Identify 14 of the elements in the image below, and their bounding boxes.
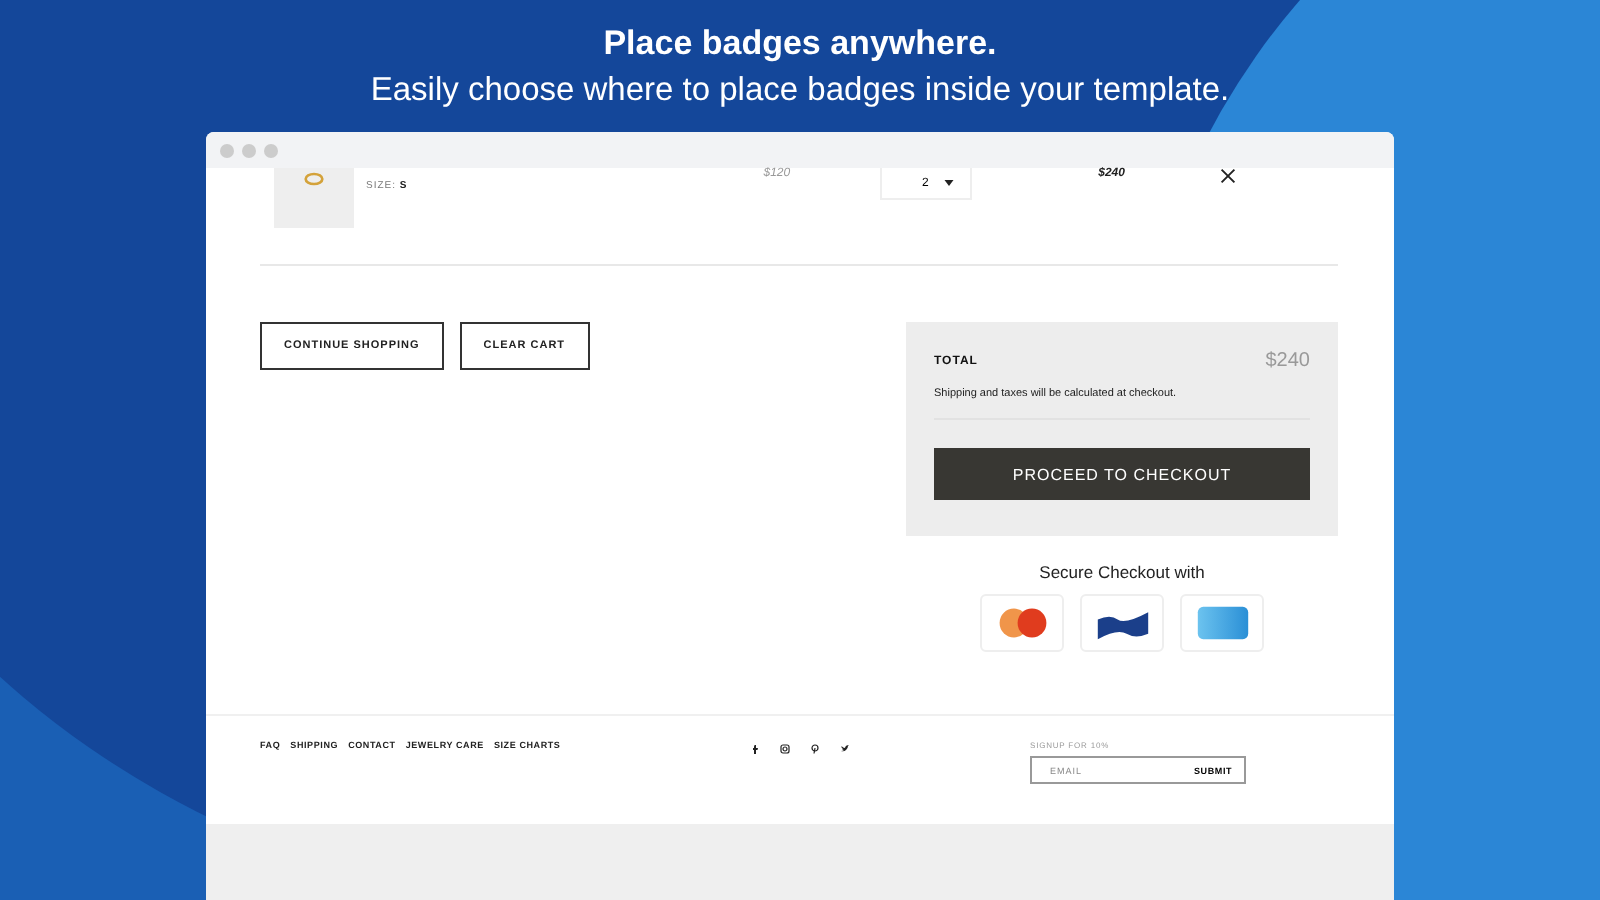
facebook-icon[interactable] xyxy=(750,744,760,754)
checkout-button[interactable]: PROCEED TO CHECKOUT xyxy=(934,448,1310,500)
total-value: $240 xyxy=(1265,350,1310,372)
ring-icon xyxy=(304,172,324,186)
twitter-icon[interactable] xyxy=(840,744,850,754)
card-icon xyxy=(1195,606,1249,640)
pinterest-icon[interactable] xyxy=(810,744,820,754)
subheadline: Easily choose where to place badges inside your template. xyxy=(368,70,1232,112)
caret-icon xyxy=(944,180,955,186)
secure-checkout-title: Secure Checkout with xyxy=(1039,562,1205,582)
overlapping-circles-icon xyxy=(995,606,1049,640)
instagram-icon[interactable] xyxy=(780,744,790,754)
close-icon[interactable] xyxy=(1220,168,1237,184)
headline: Place badges anywhere. xyxy=(601,24,999,64)
